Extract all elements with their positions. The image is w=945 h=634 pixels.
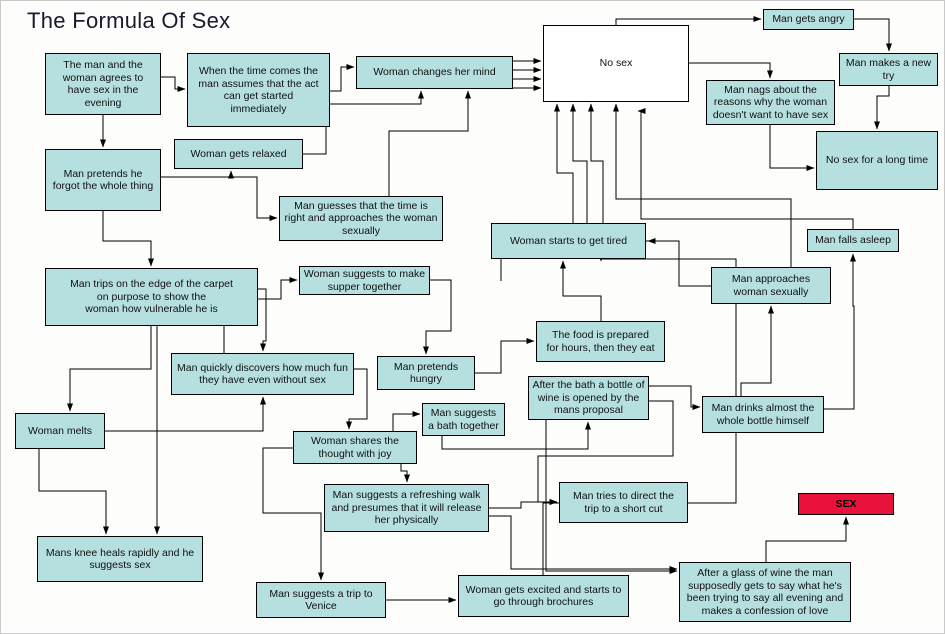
flow-node-n20[interactable]: After the bath a bottle of wine is opene… [528,376,649,420]
flow-node-n31[interactable]: After a glass of wine the man supposedly… [679,562,851,622]
flow-node-n07[interactable]: Man nags about the reasons why the woman… [706,80,835,125]
flow-node-n22[interactable]: Man drinks almost the whole bottle himse… [702,396,824,433]
flow-node-n12[interactable]: Woman starts to get tired [491,223,646,259]
flow-node-n19[interactable]: Man pretends hungry [377,356,475,390]
flow-node-n29[interactable]: Man suggests a trip to Venice [256,582,386,618]
flow-node-n02[interactable]: When the time comes the man assumes that… [187,53,330,127]
page-title: The Formula Of Sex [27,8,231,33]
flow-node-n23[interactable]: Woman melts [15,413,105,449]
flowchart-canvas: The Formula Of Sex The man and the woman… [0,0,945,634]
flow-node-n13[interactable]: Man falls asleep [807,229,899,252]
flow-node-n21[interactable]: Man suggests a bath together [422,403,505,436]
flow-node-n15[interactable]: Man trips on the edge of the carpet on p… [45,268,258,326]
flow-node-n08[interactable]: No sex for a long time [816,131,938,190]
flow-node-n09[interactable]: Woman gets relaxed [174,139,303,169]
flow-node-n18[interactable]: Man quickly discovers how much fun they … [171,353,354,395]
flow-node-n16[interactable]: Woman suggests to make supper together [299,266,430,295]
flow-node-n25[interactable]: Man suggests a refreshing walk and presu… [324,484,489,532]
flow-node-n14[interactable]: Man approaches woman sexually [711,267,831,304]
flow-node-n05[interactable]: Man gets angry [763,9,854,30]
flow-node-n03[interactable]: Woman changes her mind [356,56,513,89]
flow-node-n06[interactable]: Man makes a new try [839,53,938,86]
flow-node-n28[interactable]: Mans knee heals rapidly and he suggests … [37,536,203,582]
flow-node-n24[interactable]: Woman shares the thought with joy [293,431,417,464]
flow-node-n01[interactable]: The man and the woman agrees to have sex… [45,53,161,115]
flow-node-n27[interactable]: SEX [798,493,894,515]
flow-node-n17[interactable]: The food is prepared for hours, then the… [536,321,665,362]
flow-node-n26[interactable]: Man tries to direct the trip to a short … [559,482,688,523]
flow-node-n30[interactable]: Woman gets excited and starts to go thro… [458,575,629,617]
flow-node-n10[interactable]: Man pretends he forgot the whole thing [45,149,161,211]
flow-node-n11[interactable]: Man guesses that the time is right and a… [279,196,443,241]
flow-node-n04[interactable]: No sex [543,25,689,102]
